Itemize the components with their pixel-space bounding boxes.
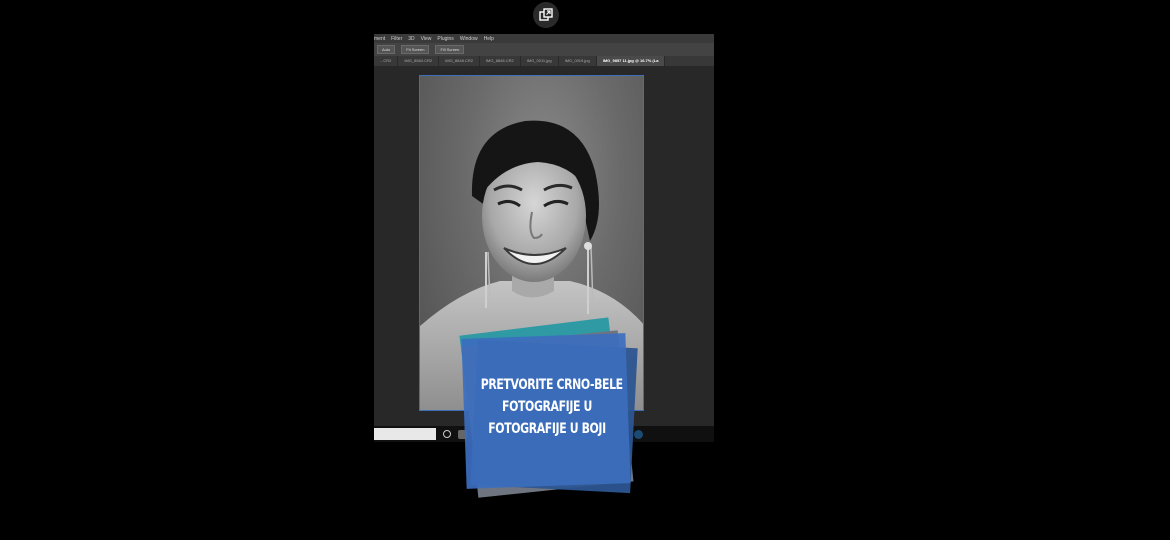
picture-in-picture-icon	[539, 8, 553, 21]
taskbar-search[interactable]	[374, 428, 436, 440]
options-bar: Auto Fit Screen Fill Screen	[374, 43, 714, 56]
promo-overlay: PRETVORITE CRNO-BELE FOTOGRAFIJE U FOTOG…	[459, 317, 644, 506]
menu-item[interactable]: Plugins	[437, 36, 453, 42]
promo-line: FOTOGRAFIJE U	[502, 399, 592, 415]
menu-item[interactable]: Help	[484, 36, 494, 42]
document-tabs: ...CR2 IMG_8563.CR2 IMG_8648.CR2 IMG_884…	[374, 56, 714, 66]
picture-in-picture-button[interactable]	[533, 2, 559, 28]
menu-item[interactable]: ment	[374, 36, 385, 42]
document-tab[interactable]: IMG_8563.CR2	[398, 56, 440, 66]
menu-item[interactable]: 3D	[408, 36, 414, 42]
menu-item[interactable]: Window	[460, 36, 478, 42]
document-tab[interactable]: IMG_8848.CR2	[480, 56, 521, 66]
document-tab[interactable]: ...CR2	[374, 56, 399, 66]
cortana-icon[interactable]	[443, 430, 451, 438]
promo-line: FOTOGRAFIJE U BOJI	[488, 421, 606, 437]
fill-screen-button[interactable]: Fill Screen	[435, 45, 465, 54]
promo-line: PRETVORITE CRNO-BELE	[480, 377, 623, 393]
document-tab[interactable]: IMG_8648.CR2	[439, 56, 480, 66]
menu-item[interactable]: View	[421, 36, 432, 42]
photoshop-menubar: ment Filter 3D View Plugins Window Help	[374, 34, 714, 43]
fit-screen-button[interactable]: Fit Screen	[401, 45, 430, 54]
auto-button[interactable]: Auto	[377, 45, 396, 54]
document-tab[interactable]: IMG_0011.jpg	[521, 56, 559, 66]
menu-item[interactable]: Filter	[391, 36, 402, 42]
document-tab-active[interactable]: IMG_9857 11.jpg @ 16.7% (La	[596, 56, 666, 66]
document-tab[interactable]: IMG_0019.jpg	[559, 56, 597, 66]
promo-headline: PRETVORITE CRNO-BELE FOTOGRAFIJE U FOTOG…	[480, 374, 623, 440]
